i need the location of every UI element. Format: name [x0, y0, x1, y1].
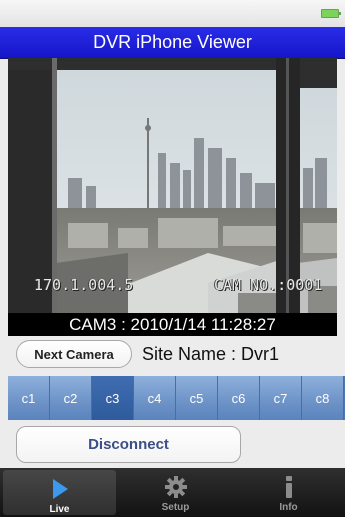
- site-name-label: Site Name : Dvr1: [142, 344, 280, 364]
- tab-live[interactable]: Live: [3, 470, 116, 515]
- battery-icon: [321, 9, 341, 18]
- camera-number-overlay: CAM NO.:0001: [214, 276, 323, 294]
- page-title: DVR iPhone Viewer: [0, 27, 345, 59]
- tab-label: Live: [49, 504, 70, 515]
- camera-button-c3[interactable]: c3: [92, 376, 134, 420]
- camera-feed[interactable]: 170.1.004.5 CAM NO.:0001: [8, 58, 337, 313]
- camera-button-c8[interactable]: c8: [302, 376, 344, 420]
- camera-feed-image: [8, 58, 337, 313]
- camera-button-c5[interactable]: c5: [176, 376, 218, 420]
- camera-button-c1[interactable]: c1: [8, 376, 50, 420]
- play-icon: [46, 475, 74, 503]
- camera-button-c6[interactable]: c6: [218, 376, 260, 420]
- gear-icon: [162, 473, 190, 501]
- camera-selector: c1 c2 c3 c4 c5 c6 c7 c8: [8, 376, 345, 420]
- tab-label: Info: [279, 502, 298, 513]
- tab-bar: Live Setup Info: [0, 468, 345, 517]
- next-camera-button[interactable]: Next Camera: [16, 340, 132, 368]
- camera-button-c7[interactable]: c7: [260, 376, 302, 420]
- info-icon: [275, 473, 303, 501]
- timestamp-label: CAM3 : 2010/1/14 11:28:27: [8, 313, 337, 336]
- tab-label: Setup: [161, 502, 190, 513]
- camera-button-c4[interactable]: c4: [134, 376, 176, 420]
- disconnect-button[interactable]: Disconnect: [16, 426, 241, 463]
- tab-info[interactable]: Info: [232, 468, 345, 517]
- ip-address-overlay: 170.1.004.5: [34, 276, 134, 294]
- camera-button-c2[interactable]: c2: [50, 376, 92, 420]
- tab-setup[interactable]: Setup: [119, 468, 232, 517]
- status-bar: [0, 0, 345, 27]
